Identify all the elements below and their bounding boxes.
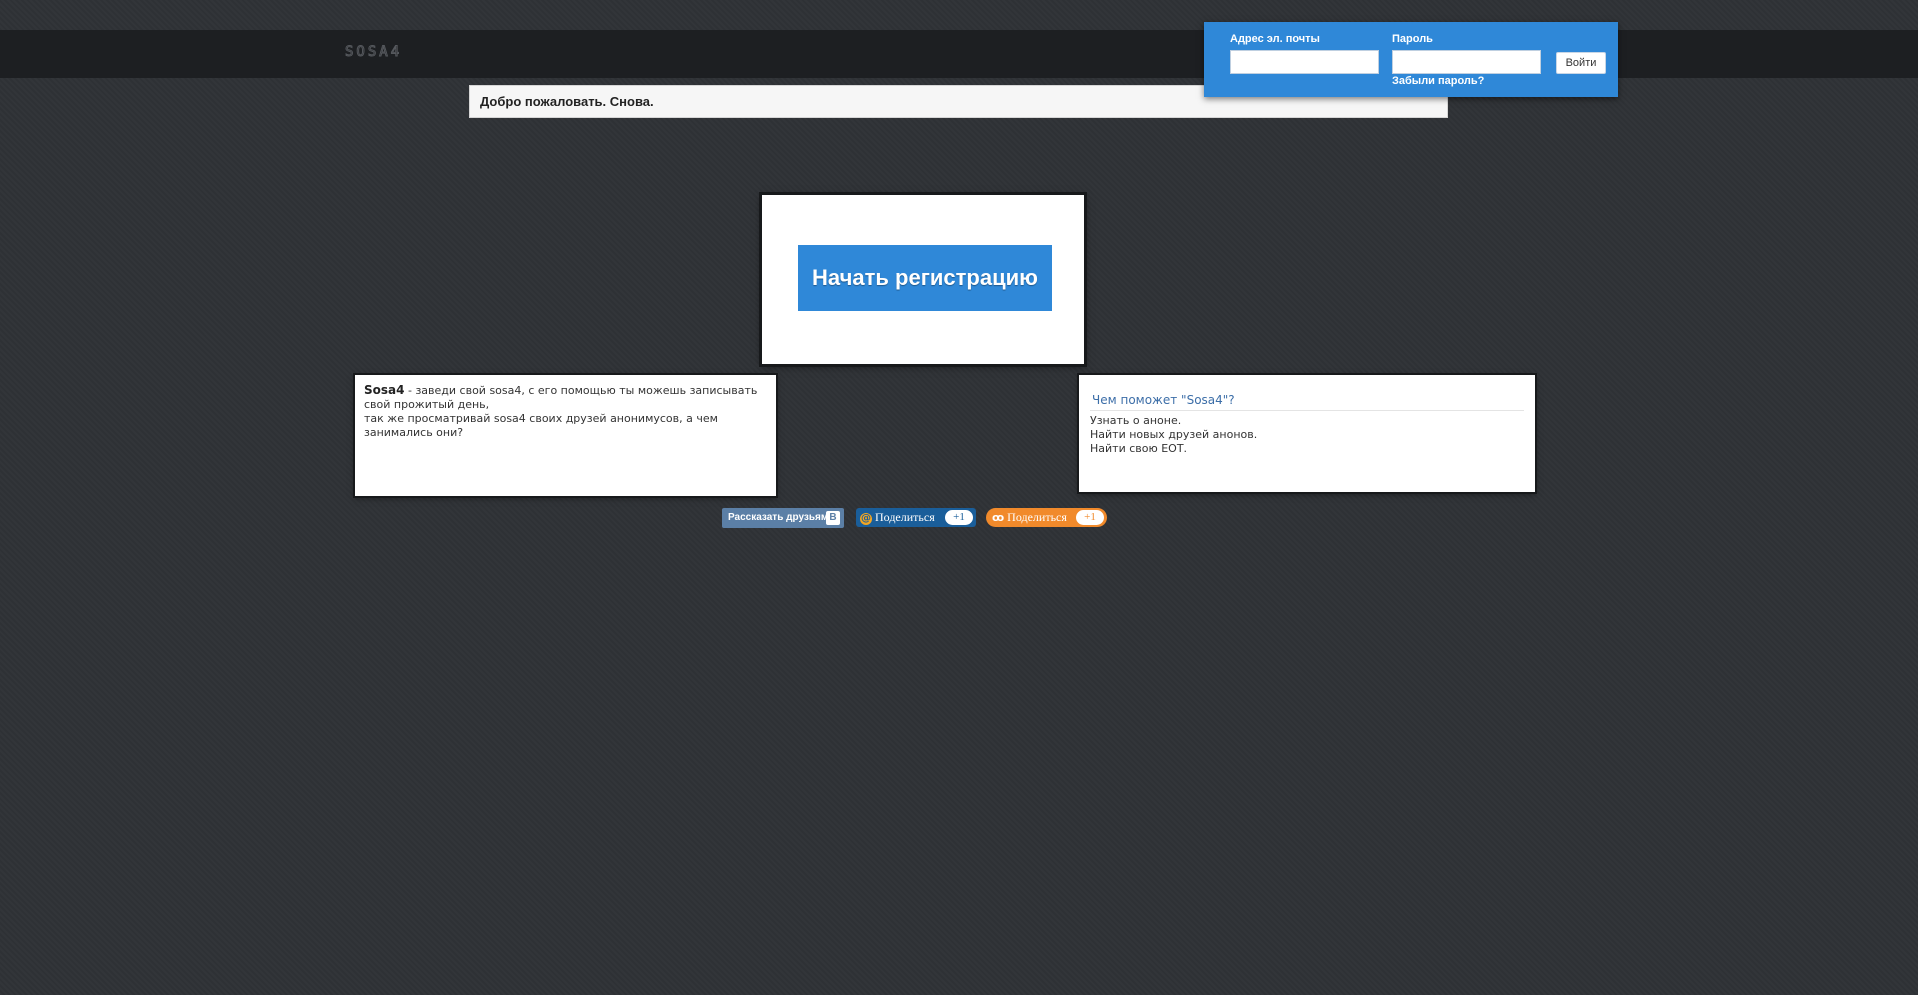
odnoklassniki-share-label: Поделиться — [1007, 510, 1067, 524]
odnoklassniki-icon: ꝏ — [992, 511, 1005, 524]
feature-item: Найти свою ЕОТ. — [1090, 442, 1188, 455]
about-line-2: так же просматривай sosa4 своих друзей а… — [364, 412, 718, 439]
feature-item: Найти новых друзей анонов. — [1090, 428, 1258, 441]
email-label: Адрес эл. почты — [1230, 33, 1320, 45]
features-title: Чем поможет "Sosa4"? — [1090, 393, 1524, 411]
password-label: Пароль — [1392, 33, 1433, 45]
features-box: Чем поможет "Sosa4"? Узнать о аноне. Най… — [1079, 375, 1535, 492]
vk-icon: В — [826, 511, 840, 525]
about-box: Sosa4 - заведи свой sosa4, с его помощью… — [355, 375, 776, 496]
password-field[interactable] — [1392, 50, 1541, 74]
login-button[interactable]: Войти — [1556, 52, 1606, 74]
registration-panel: Начать регистрацию — [762, 195, 1084, 364]
top-bar — [0, 30, 1918, 78]
vk-share-button[interactable]: Рассказать друзьям В — [722, 508, 844, 528]
forgot-password-link[interactable]: Забыли пароль? — [1392, 75, 1484, 87]
mailru-icon: @ — [860, 513, 872, 525]
mailru-share-counter: +1 — [945, 510, 973, 525]
about-text: Sosa4 - заведи свой sosa4, с его помощью… — [364, 383, 767, 440]
odnoklassniki-share-button[interactable]: ꝏ Поделиться +1 — [986, 508, 1107, 527]
mailru-share-button[interactable]: @ Поделиться +1 — [856, 508, 976, 527]
about-line-1: - заведи свой sosa4, с его помощью ты мо… — [364, 384, 758, 411]
odnoklassniki-share-counter: +1 — [1076, 510, 1104, 525]
site-logo[interactable]: sosa4 — [344, 44, 402, 61]
vk-share-label: Рассказать друзьям — [728, 512, 829, 523]
login-panel: Адрес эл. почты Пароль Войти Забыли паро… — [1204, 22, 1618, 97]
email-field[interactable] — [1230, 50, 1379, 74]
mailru-share-label: Поделиться — [875, 510, 935, 524]
feature-item: Узнать о аноне. — [1090, 414, 1182, 427]
start-registration-button[interactable]: Начать регистрацию — [798, 245, 1052, 311]
about-brand: Sosa4 — [364, 383, 405, 397]
